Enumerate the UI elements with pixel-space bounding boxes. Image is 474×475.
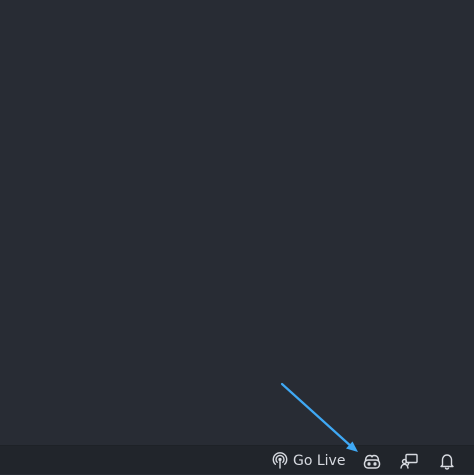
copilot-button[interactable] xyxy=(361,446,383,475)
copilot-icon xyxy=(362,452,382,470)
go-live-button[interactable]: Go Live xyxy=(271,446,347,475)
editor-area xyxy=(0,0,474,445)
status-bar: Go Live xyxy=(0,445,474,474)
feedback-button[interactable] xyxy=(398,446,420,475)
bell-icon xyxy=(438,452,456,470)
broadcast-icon xyxy=(271,451,289,470)
feedback-icon xyxy=(399,452,419,470)
notifications-button[interactable] xyxy=(436,446,458,475)
go-live-label: Go Live xyxy=(293,452,346,469)
